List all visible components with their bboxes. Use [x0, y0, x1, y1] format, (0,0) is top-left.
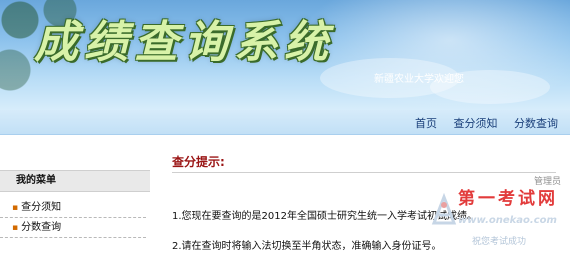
content-title: 查分提示:: [172, 155, 225, 169]
nav-score-query-link[interactable]: 分数查询: [514, 117, 558, 130]
nav-bar: 首页 查分须知 分数查询: [0, 110, 570, 135]
sidebar-item-label: 查分须知: [21, 202, 62, 213]
header-banner: 成绩查询系统 新疆农业大学欢迎您: [0, 0, 570, 110]
sidebar-item-notice[interactable]: ▪ 查分须知: [0, 198, 146, 218]
nav-notice-link[interactable]: 查分须知: [454, 117, 498, 130]
watermark-brand: 第一考试网: [458, 189, 558, 209]
sidebar-item-label: 分数查询: [21, 222, 62, 233]
sidebar-item-score-query[interactable]: ▪ 分数查询: [0, 218, 146, 238]
watermark-url: www.onekao.com: [458, 215, 557, 226]
bullet-icon: ▪: [12, 223, 19, 233]
page-title: 成绩查询系统: [34, 17, 334, 68]
watermark-slogan: 祝您考试成功: [472, 237, 527, 247]
content-divider: [172, 172, 556, 173]
watermark-logo-icon: [431, 193, 457, 225]
bullet-icon: ▪: [12, 203, 19, 213]
watermark: 第一考试网 www.onekao.com 祝您考试成功: [380, 186, 570, 254]
welcome-text: 新疆农业大学欢迎您: [374, 74, 464, 85]
nav-home-link[interactable]: 首页: [415, 117, 437, 130]
sidebar-heading: 我的菜单: [0, 170, 150, 192]
sidebar: 我的菜单 ▪ 查分须知 ▪ 分数查询: [0, 170, 150, 238]
nav-links: 首页 查分须知 分数查询: [402, 115, 558, 131]
